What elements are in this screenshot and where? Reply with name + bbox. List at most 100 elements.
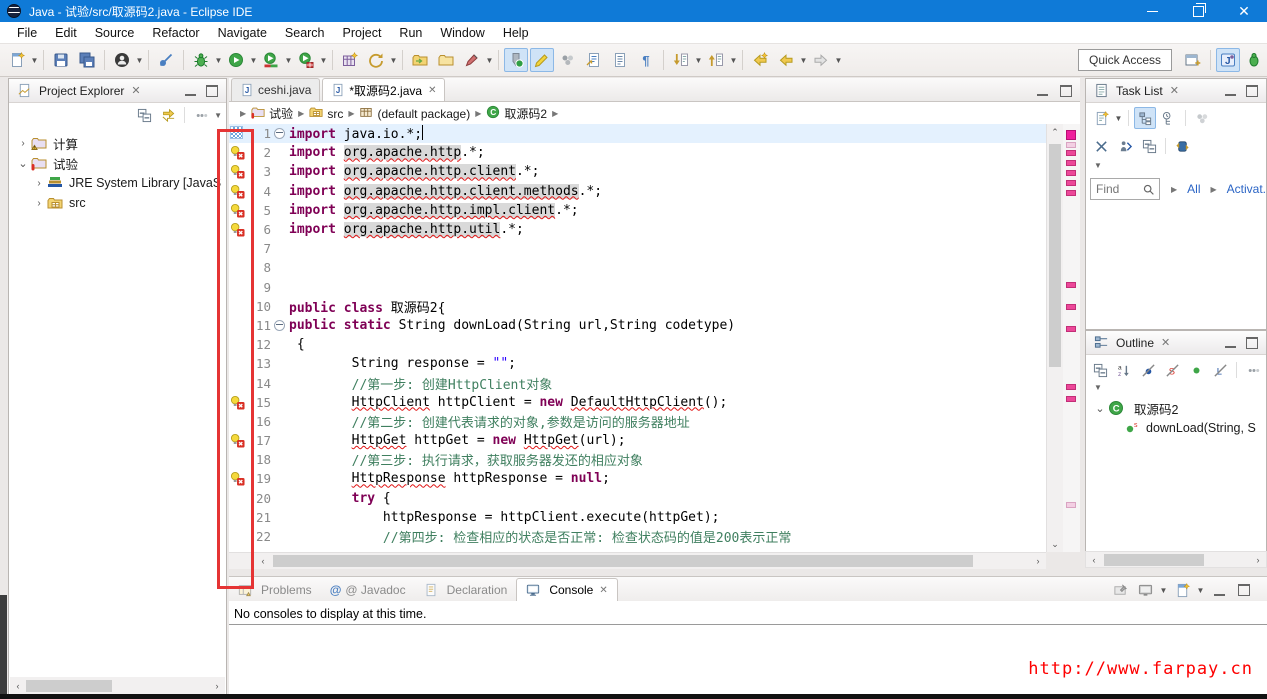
menu-item-navigate[interactable]: Navigate (209, 24, 276, 42)
code-line-4[interactable]: 4import org.apache.http.client.methods.*… (229, 182, 1046, 201)
menu-item-search[interactable]: Search (276, 24, 334, 42)
last-edit-location-button[interactable] (748, 48, 772, 72)
scroll-left-icon[interactable]: ‹ (255, 553, 271, 569)
mark-occurrences-button[interactable] (504, 48, 528, 72)
collapse-all-button[interactable] (1138, 135, 1160, 157)
code-line-17[interactable]: 17 HttpGet httpGet = new HttpGet(url); (229, 431, 1046, 450)
highlight-button[interactable] (530, 48, 554, 72)
export-folder-button[interactable] (434, 48, 458, 72)
menu-item-refactor[interactable]: Refactor (143, 24, 208, 42)
tree-item-jisuan[interactable]: ›!计算 (9, 133, 226, 153)
code-line-16[interactable]: 16 //第二步: 创建代表请求的对象,参数是访问的服务器地址 (229, 412, 1046, 431)
console-tab-declaration[interactable]: Declaration (415, 579, 517, 601)
scrollbar-thumb[interactable] (1104, 554, 1204, 566)
previous-annotation-button[interactable] (704, 48, 728, 72)
fold-collapse-icon[interactable] (273, 320, 285, 331)
new-wizard-button[interactable] (5, 48, 29, 72)
hide-fields-button[interactable] (1138, 359, 1160, 381)
editor-minimize-icon[interactable] (1037, 85, 1048, 96)
view-menu-caret-icon[interactable]: ▼ (1086, 161, 1266, 170)
collapse-all-button[interactable] (133, 104, 155, 126)
dropdown-caret-icon[interactable]: ▼ (729, 49, 738, 71)
console-tab-javadoc[interactable]: @@ Javadoc (321, 579, 415, 601)
overview-error-marker[interactable] (1066, 150, 1076, 156)
editor-maximize-icon[interactable] (1060, 85, 1072, 97)
dropdown-caret-icon[interactable]: ▼ (834, 49, 843, 71)
code-line-21[interactable]: 21 httpResponse = httpClient.execute(htt… (229, 508, 1046, 527)
dropdown-caret-icon[interactable]: ▼ (30, 49, 39, 71)
outline-maximize-icon[interactable] (1246, 337, 1258, 349)
dropdown-caret-icon[interactable]: ▼ (319, 49, 328, 71)
overview-error-marker[interactable] (1066, 396, 1076, 402)
scroll-right-icon[interactable]: › (1250, 552, 1266, 567)
hide-local-types-button[interactable]: L (1209, 359, 1231, 381)
save-button[interactable] (49, 48, 73, 72)
overview-error-marker[interactable] (1066, 384, 1076, 390)
hide-completed-button[interactable] (1090, 135, 1112, 157)
open-console-button[interactable] (1171, 579, 1193, 601)
dropdown-caret-icon[interactable]: ▼ (249, 49, 258, 71)
quick-access-button[interactable]: Quick Access (1078, 49, 1172, 71)
forward-button[interactable] (809, 48, 833, 72)
focus-person-button[interactable] (1114, 135, 1136, 157)
breadcrumb-arrow-icon[interactable]: ▶ (475, 109, 481, 118)
scrollbar-thumb[interactable] (26, 680, 112, 692)
dropdown-caret-icon[interactable]: ▼ (694, 49, 703, 71)
dropdown-caret-icon[interactable]: ▼ (389, 49, 398, 71)
tree-item-shiyan[interactable]: ⌄试验 (9, 153, 226, 173)
hide-non-public-button[interactable] (1185, 359, 1207, 381)
new-java-project-button[interactable] (338, 48, 362, 72)
code-line-22[interactable]: 22 //第四步: 检查相应的状态是否正常: 检查状态码的值是200表示正常 (229, 527, 1046, 546)
open-resource-button[interactable] (608, 48, 632, 72)
categorized-view-button[interactable] (1134, 107, 1156, 129)
overview-error-marker[interactable] (1066, 170, 1076, 176)
scroll-down-icon[interactable]: ⌄ (1047, 536, 1063, 552)
code-line-5[interactable]: 5import org.apache.http.impl.client.*; (229, 201, 1046, 220)
code-line-13[interactable]: 13 String response = ""; (229, 354, 1046, 373)
breadcrumb-arrow-icon[interactable]: ▶ (348, 109, 354, 118)
code-line-3[interactable]: 3import org.apache.http.client.*; (229, 162, 1046, 181)
pin-console-button[interactable] (1109, 579, 1131, 601)
code-line-9[interactable]: 9 (229, 278, 1046, 297)
dropdown-caret-icon[interactable]: ▼ (1196, 579, 1205, 601)
code-line-2[interactable]: 2import org.apache.http.*; (229, 143, 1046, 162)
overview-error-marker[interactable] (1066, 180, 1076, 186)
editor-hscrollbar[interactable]: ‹ › (229, 552, 1046, 569)
close-button[interactable]: ✕ (1221, 0, 1267, 22)
code-line-20[interactable]: 20 try { (229, 489, 1046, 508)
scroll-up-icon[interactable]: ⌃ (1047, 124, 1063, 140)
coverage-button[interactable] (259, 48, 283, 72)
java-perspective-button[interactable]: J (1216, 48, 1240, 72)
dropdown-caret-icon[interactable]: ▼ (1114, 107, 1123, 129)
external-tools-button[interactable] (460, 48, 484, 72)
overview-error-marker[interactable] (1066, 326, 1076, 332)
run-button[interactable] (224, 48, 248, 72)
open-perspective-button[interactable] (1181, 48, 1205, 72)
breadcrumb-arrow-icon[interactable]: ▶ (240, 109, 246, 118)
synchronize-button[interactable] (1171, 135, 1193, 157)
menu-item-help[interactable]: Help (494, 24, 538, 42)
filter-link-all[interactable]: All (1187, 182, 1200, 196)
task-find-box[interactable] (1090, 178, 1160, 200)
outline-minimize-icon[interactable] (1225, 337, 1236, 348)
tab-close-icon[interactable]: ✕ (599, 585, 607, 596)
menu-item-file[interactable]: File (8, 24, 46, 42)
code-line-10[interactable]: 10public class 取源码2{ (229, 297, 1046, 316)
overview-error-marker[interactable] (1066, 502, 1076, 508)
dropdown-caret-icon[interactable]: ▼ (214, 49, 223, 71)
code-line-12[interactable]: 12 { (229, 335, 1046, 354)
dropdown-caret-icon[interactable]: ▼ (284, 49, 293, 71)
minimize-button[interactable] (1129, 0, 1175, 22)
dropdown-caret-icon[interactable]: ▼ (1159, 579, 1168, 601)
task-list-maximize-icon[interactable] (1246, 85, 1258, 97)
menu-item-window[interactable]: Window (431, 24, 493, 42)
menu-item-run[interactable]: Run (390, 24, 431, 42)
code-line-11[interactable]: 11public static String downLoad(String u… (229, 316, 1046, 335)
menu-item-project[interactable]: Project (334, 24, 391, 42)
code-line-18[interactable]: 18 //第三步: 执行请求，获取服务器发还的相应对象 (229, 450, 1046, 469)
code-line-19[interactable]: 19 HttpResponse httpResponse = null; (229, 469, 1046, 488)
task-find-input[interactable] (1094, 181, 1142, 197)
project-explorer-maximize-icon[interactable] (206, 85, 218, 97)
show-whitespace-button[interactable]: ¶ (634, 48, 658, 72)
project-explorer-minimize-icon[interactable] (185, 85, 196, 96)
